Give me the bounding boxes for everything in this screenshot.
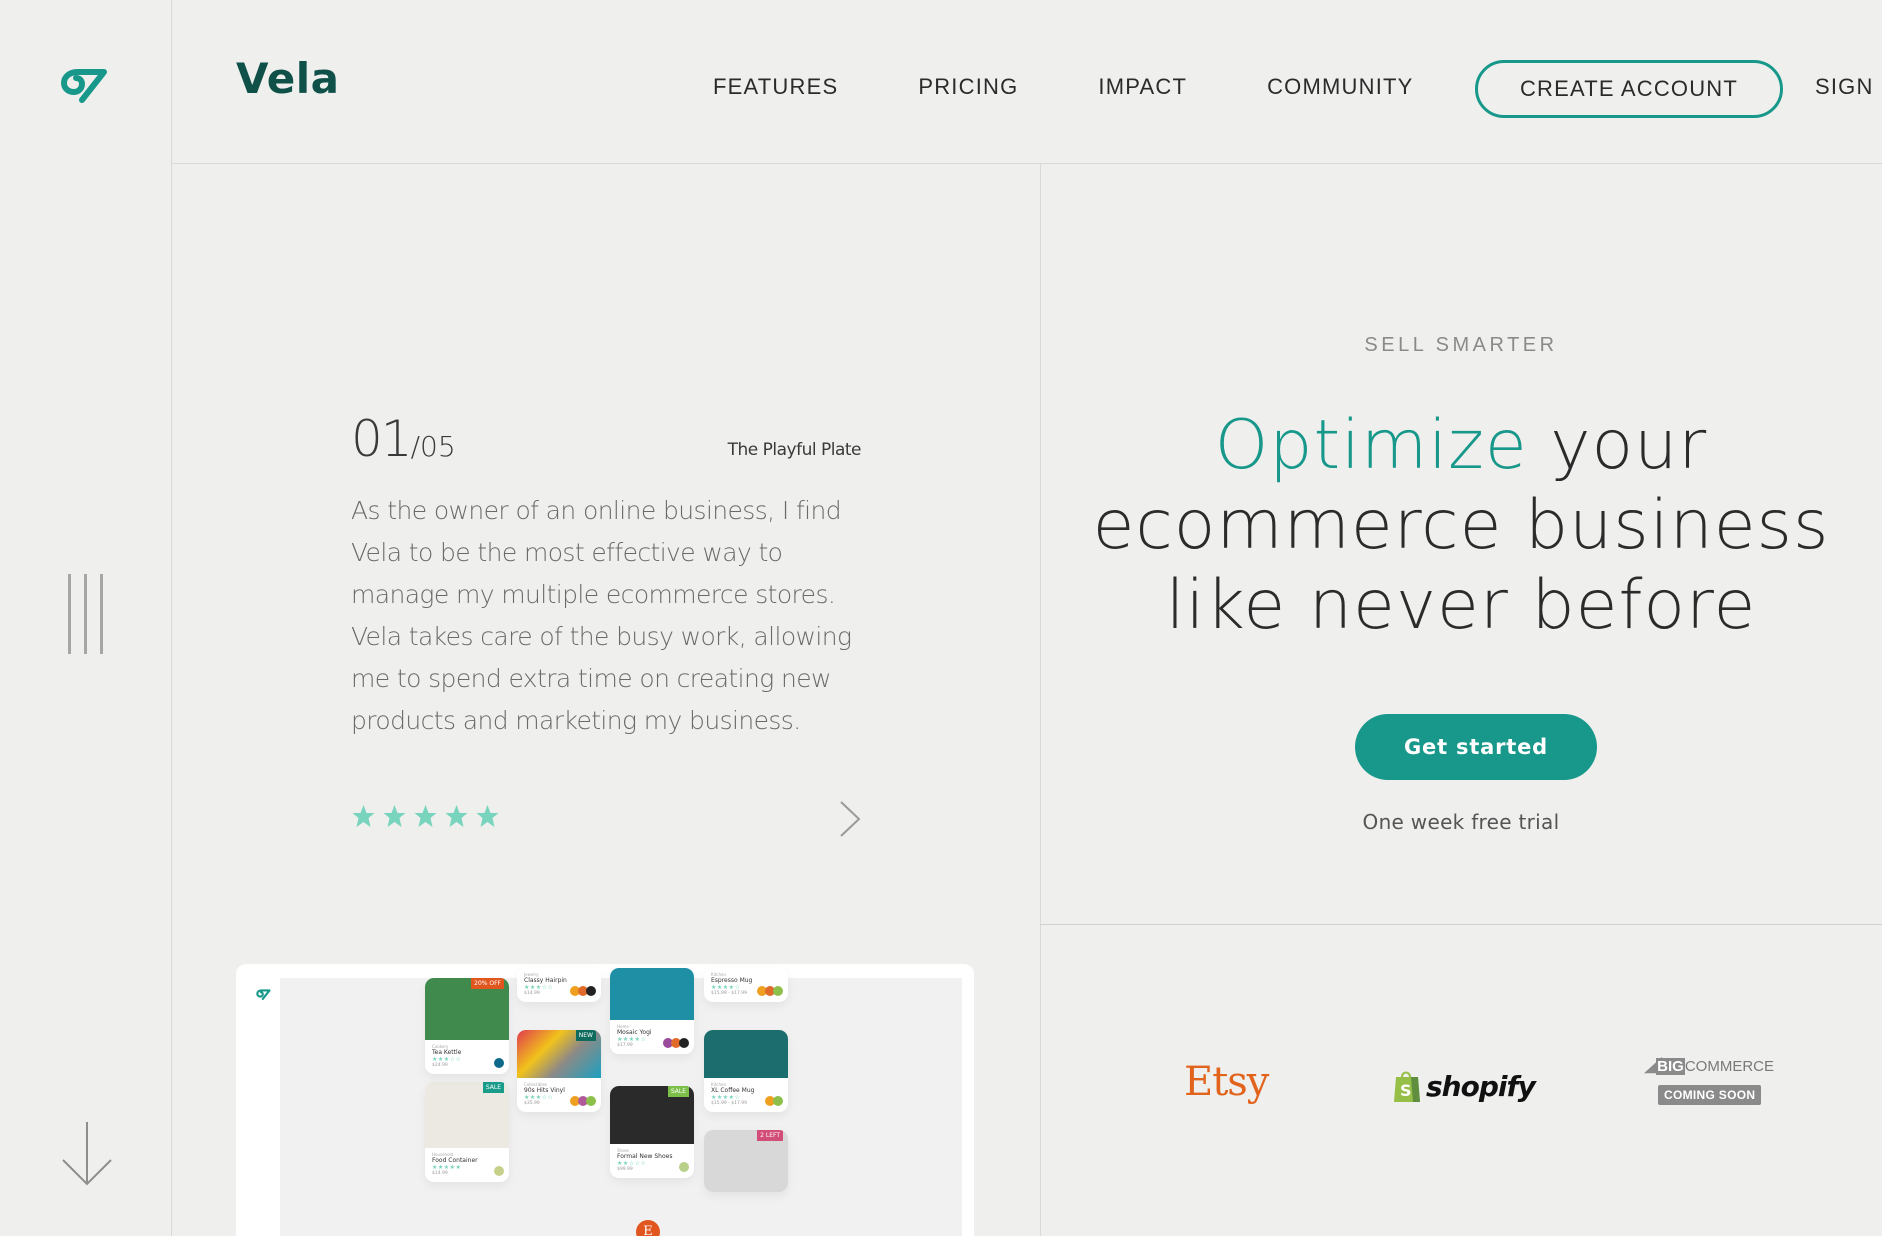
nav-features[interactable]: FEATURES xyxy=(713,74,838,100)
product-card[interactable]: SALE Shoes Formal New Shoes ★★☆☆☆ $99.99 xyxy=(610,1086,694,1178)
star-icon xyxy=(476,805,499,827)
brand-wordmark[interactable]: Vela xyxy=(236,54,339,103)
product-image xyxy=(704,1030,788,1078)
bigcommerce-big: BIG xyxy=(1656,1058,1685,1075)
product-badge: NEW xyxy=(575,1030,596,1041)
platform-chip-icon xyxy=(586,986,596,996)
product-image: SALE xyxy=(610,1086,694,1144)
platform-chip-icon xyxy=(586,1096,596,1106)
star-rating xyxy=(351,804,500,828)
bigcommerce-logo[interactable]: BIG COMMERCE COMING SOON xyxy=(1644,1055,1774,1105)
product-rating: ★★☆☆☆ xyxy=(617,1160,647,1167)
main-nav: FEATURES PRICING IMPACT COMMUNITY xyxy=(713,74,1494,100)
product-image: 2 LEFT xyxy=(704,1130,788,1192)
hero-eyebrow: SELL SMARTER xyxy=(1364,334,1558,356)
shopify-bag-icon: S xyxy=(1394,1071,1420,1102)
product-grid: 2 LEFT Kitchen XL Coffee Mug ★★★★☆ $15.99 - … xyxy=(280,968,962,1236)
nav-community[interactable]: COMMUNITY xyxy=(1267,74,1413,100)
platform-chips xyxy=(570,1096,596,1106)
testimonial: 01/05 The Playful Plate As the owner of … xyxy=(351,410,862,742)
product-card[interactable]: Kitchen XL Coffee Mug ★★★★☆ $15.99 - $17.99 xyxy=(704,1030,788,1112)
star-icon xyxy=(445,805,468,827)
testimonial-total: /05 xyxy=(410,430,456,463)
shopify-wordmark: shopify xyxy=(1426,1069,1536,1103)
platform-chips xyxy=(570,986,596,996)
product-card[interactable]: SALE Household Food Container ★★★★★ $14.99 xyxy=(425,1082,509,1182)
hero-headline: Optimize your ecommerce business like ne… xyxy=(1040,406,1882,646)
product-image: SALE xyxy=(425,1082,509,1148)
integrations: Etsy S shopify BIG COMMERCE COMING SOON xyxy=(1040,925,1882,1236)
platform-chip-icon xyxy=(679,1162,689,1172)
sign-in-link[interactable]: SIGN IN xyxy=(1815,74,1882,100)
headline-line3: like never before xyxy=(1165,566,1757,645)
platform-chips xyxy=(494,1166,504,1176)
menu-bars-icon[interactable] xyxy=(66,574,106,656)
testimonial-source: The Playful Plate xyxy=(727,440,862,460)
platform-chips xyxy=(494,1058,504,1068)
product-rating: ★★★★★ xyxy=(432,1164,462,1171)
product-name: Classy Hairpin xyxy=(524,977,567,984)
headline-line1: your xyxy=(1527,406,1708,485)
create-account-button[interactable]: CREATE ACCOUNT xyxy=(1475,60,1783,118)
bigcommerce-commerce: COMMERCE xyxy=(1684,1058,1774,1075)
arrow-down-icon[interactable] xyxy=(60,1120,114,1188)
product-name: Mosaic Yogi xyxy=(617,1029,652,1036)
product-name: Formal New Shoes xyxy=(617,1153,673,1160)
platform-chip-icon xyxy=(494,1058,504,1068)
platform-chip-icon xyxy=(494,1166,504,1176)
nav-pricing[interactable]: PRICING xyxy=(918,74,1018,100)
platform-chip-icon xyxy=(773,986,783,996)
product-badge: 20% OFF xyxy=(471,978,504,989)
etsy-logo[interactable]: Etsy xyxy=(1184,1059,1269,1105)
product-price: $24.99 xyxy=(432,1063,448,1068)
product-price: $99.99 xyxy=(617,1167,633,1172)
get-started-button[interactable]: Get started xyxy=(1355,714,1597,780)
headline-line2: ecommerce business xyxy=(1092,486,1830,565)
product-image: 20% OFF xyxy=(425,978,509,1040)
product-badge: 2 LEFT xyxy=(757,1130,783,1141)
star-icon xyxy=(414,805,437,827)
product-card[interactable]: 2 LEFT xyxy=(704,1130,788,1192)
app-preview: 2 LEFT Kitchen XL Coffee Mug ★★★★☆ $15.99 - … xyxy=(236,964,974,1236)
product-badge: SALE xyxy=(667,1086,689,1097)
star-icon xyxy=(383,805,406,827)
testimonial-quote: As the owner of an online business, I fi… xyxy=(351,496,852,735)
product-image: NEW xyxy=(517,1030,601,1078)
hero: SELL SMARTER Optimize your ecommerce bus… xyxy=(1040,164,1882,924)
product-badge: SALE xyxy=(482,1082,504,1093)
star-icon xyxy=(352,805,375,827)
product-card[interactable]: 20% OFF Cookery Tea Kettle ★★★☆☆ $24.99 xyxy=(425,978,509,1074)
product-card[interactable]: Kitchen Espresso Mug ★★★★☆ $15.99 - $17.99 xyxy=(704,968,788,1002)
platform-chips xyxy=(765,1096,783,1106)
vela-logo-icon[interactable] xyxy=(60,64,112,110)
nav-impact[interactable]: IMPACT xyxy=(1098,74,1187,100)
testimonial-current: 01 xyxy=(351,410,413,468)
left-sidebar xyxy=(0,0,172,1236)
product-card[interactable]: NEW Collectibles 90s Hits Vinyl ★★★☆☆ $35.99 xyxy=(517,1030,601,1112)
platform-chip-icon xyxy=(679,1038,689,1048)
product-image xyxy=(610,968,694,1020)
top-header: Vela FEATURES PRICING IMPACT COMMUNITY C… xyxy=(172,0,1882,164)
platform-chips xyxy=(663,1038,689,1048)
product-name: XL Coffee Mug xyxy=(711,1087,755,1094)
headline-accent: Optimize xyxy=(1214,406,1528,485)
vela-logo-icon xyxy=(256,989,271,1001)
coming-soon-badge: COMING SOON xyxy=(1658,1085,1762,1105)
product-name: 90s Hits Vinyl xyxy=(524,1087,565,1094)
product-name: Tea Kettle xyxy=(432,1049,462,1056)
product-card[interactable]: Jewelry Classy Hairpin ★★★☆☆ $14.99 xyxy=(517,968,601,1002)
product-name: Espresso Mug xyxy=(711,977,753,984)
etsy-platform-icon: E xyxy=(636,1220,660,1236)
trial-note: One week free trial xyxy=(1362,810,1560,834)
platform-chip-icon xyxy=(773,1096,783,1106)
product-card[interactable]: Home Mosaic Yogi ★★★★☆ $17.99 xyxy=(610,968,694,1054)
platform-chips xyxy=(679,1162,689,1172)
product-rating: ★★★☆☆ xyxy=(432,1056,462,1063)
platform-chips xyxy=(757,986,783,996)
shopify-logo[interactable]: S shopify xyxy=(1392,1069,1536,1103)
chevron-right-icon[interactable] xyxy=(838,800,862,838)
svg-text:S: S xyxy=(1400,1081,1412,1100)
product-price: $14.99 xyxy=(432,1171,448,1176)
product-name: Food Container xyxy=(432,1157,478,1164)
